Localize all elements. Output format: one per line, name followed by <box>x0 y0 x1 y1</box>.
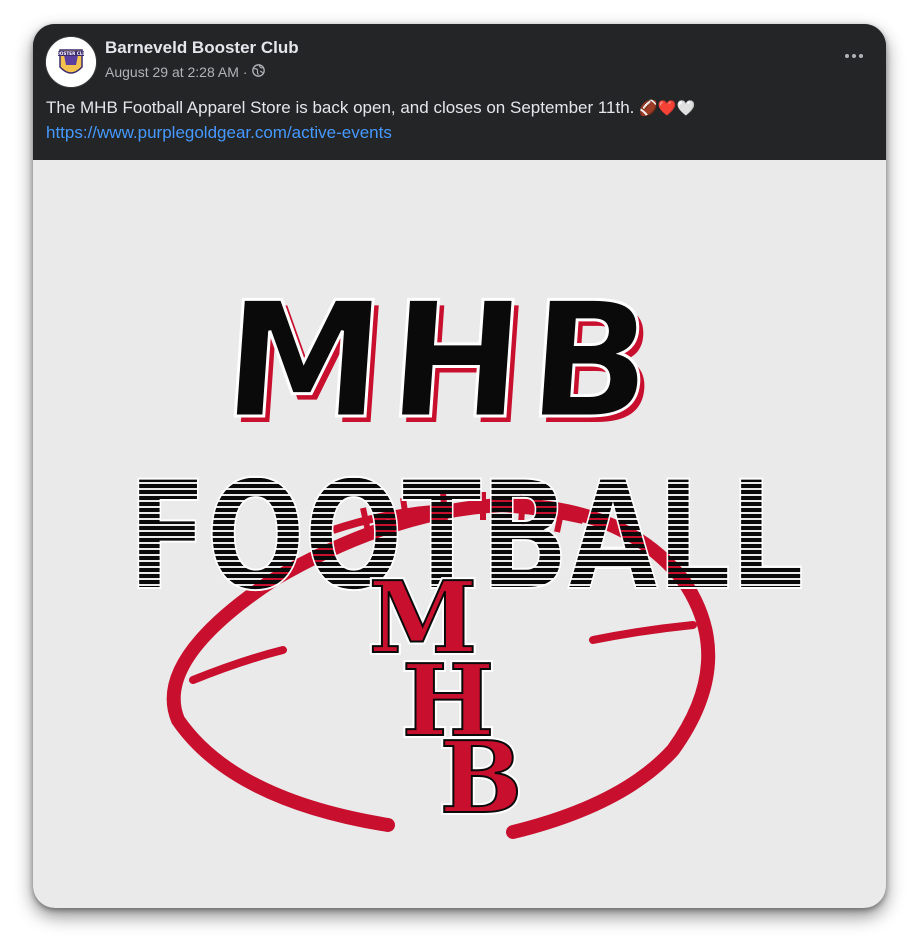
post-image[interactable]: MHB MHB FOOTBALL M M H H B B <box>33 160 886 908</box>
mhb-football-graphic: MHB MHB FOOTBALL M M H H B B <box>127 266 805 839</box>
post-emojis: 🏈❤️🤍 <box>639 99 696 117</box>
booster-club-logo-icon: BOOSTER CLUB <box>46 37 96 87</box>
post-meta: August 29 at 2:28 AM · <box>105 64 265 80</box>
mhb-title-text: MHB <box>218 267 664 454</box>
post-card: BOOSTER CLUB Barneveld Booster Club Augu… <box>33 24 886 908</box>
post-header: BOOSTER CLUB Barneveld Booster Club Augu… <box>33 24 886 160</box>
post-text-body: The MHB Football Apparel Store is back o… <box>46 98 635 117</box>
more-options-icon[interactable] <box>840 46 868 66</box>
monogram-b-outline: B <box>440 721 523 836</box>
avatar[interactable]: BOOSTER CLUB <box>45 36 97 88</box>
meta-separator: · <box>242 64 248 80</box>
mhb-title: MHB MHB <box>216 266 669 460</box>
globe-icon <box>251 64 265 80</box>
post-link[interactable]: https://www.purplegoldgear.com/active-ev… <box>46 123 392 143</box>
avatar-text: BOOSTER CLUB <box>53 51 89 56</box>
page-name[interactable]: Barneveld Booster Club <box>105 38 299 58</box>
post-text: The MHB Football Apparel Store is back o… <box>46 98 695 118</box>
post-timestamp[interactable]: August 29 at 2:28 AM <box>105 64 239 80</box>
